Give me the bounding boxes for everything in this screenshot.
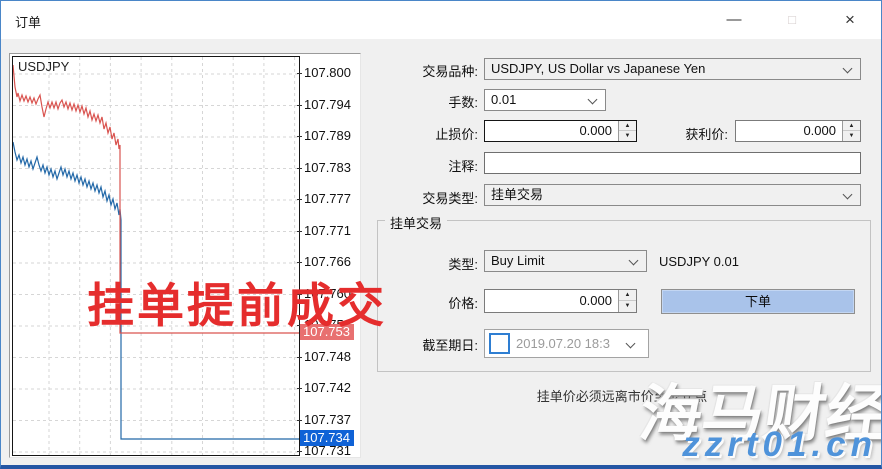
volume-select[interactable]: 0.01 <box>484 89 606 111</box>
take-profit-label: 获利价: <box>621 124 728 143</box>
chevron-down-icon <box>588 95 598 105</box>
chevron-down-icon <box>629 256 639 266</box>
chart-lines <box>13 57 299 455</box>
axis-price-label: 107.777 <box>304 191 356 207</box>
spin-down-icon[interactable]: ▼ <box>843 131 860 141</box>
trade-type-label: 交易类型: <box>371 188 478 207</box>
spin-up-icon[interactable]: ▲ <box>619 290 636 301</box>
volume-label: 手数: <box>371 92 478 111</box>
chevron-down-icon <box>843 64 853 74</box>
stop-loss-value: 0.000 <box>485 121 616 141</box>
chevron-down-icon <box>626 339 636 349</box>
chart-symbol-label: USDJPY <box>18 59 69 74</box>
stop-loss-label: 止损价: <box>371 124 478 143</box>
symbol-select-value: USDJPY, US Dollar vs Japanese Yen <box>491 61 705 76</box>
close-icon[interactable]: × <box>827 1 873 39</box>
current-price-badge: 107.753 <box>300 324 354 340</box>
price-input[interactable]: 0.000 ▲ ▼ <box>484 289 637 313</box>
minimize-icon[interactable]: — <box>711 1 757 39</box>
expiry-control[interactable]: 2019.07.20 18:3 <box>484 329 649 358</box>
title-bar: 订单 — □ × <box>1 1 881 39</box>
current-price-badge: 107.734 <box>300 430 354 446</box>
chart-plot-area: USDJPY <box>12 56 300 456</box>
axis-price-label: 107.794 <box>304 97 356 113</box>
expiry-date-value: 2019.07.20 18:3 <box>516 336 610 351</box>
order-type-select-value: Buy Limit <box>491 253 544 268</box>
price-stepper[interactable]: ▲ ▼ <box>618 290 636 312</box>
axis-price-label: 107.760 <box>304 286 356 302</box>
price-label: 价格: <box>371 293 478 312</box>
take-profit-input[interactable]: 0.000 ▲ ▼ <box>735 120 861 142</box>
trade-type-select-value: 挂单交易 <box>491 187 543 202</box>
axis-price-label: 107.737 <box>304 412 356 428</box>
pending-order-group-title: 挂单交易 <box>385 213 447 232</box>
price-value: 0.000 <box>485 290 616 312</box>
window-title: 订单 <box>15 12 41 31</box>
comment-input[interactable] <box>484 152 861 174</box>
axis-price-label: 107.783 <box>304 160 356 176</box>
symbol-label: 交易品种: <box>371 61 478 80</box>
axis-price-label: 107.742 <box>304 380 356 396</box>
site-watermark-url: zzrt01.cn <box>682 425 877 465</box>
spin-up-icon[interactable]: ▲ <box>843 121 860 131</box>
order-summary-text: USDJPY 0.01 <box>659 254 739 269</box>
expiry-label: 截至期日: <box>371 335 478 354</box>
axis-price-label: 107.789 <box>304 128 356 144</box>
comment-label: 注释: <box>371 156 478 175</box>
chevron-down-icon <box>843 190 853 200</box>
order-dialog: 订单 — □ × USDJPY 107.800 107.794 107.789 107… <box>0 0 882 469</box>
axis-price-label: 107.800 <box>304 65 356 81</box>
axis-price-label: 107.771 <box>304 223 356 239</box>
site-watermark-name: 海马财经 <box>635 363 882 453</box>
volume-select-value: 0.01 <box>491 92 516 107</box>
axis-price-label: 107.748 <box>304 349 356 365</box>
maximize-icon[interactable]: □ <box>769 1 815 39</box>
stop-loss-input[interactable]: 0.000 ▲ ▼ <box>484 120 637 142</box>
spin-down-icon[interactable]: ▼ <box>619 301 636 312</box>
pending-price-hint: 挂单价必须远离市价至少 0 点 <box>377 386 867 405</box>
take-profit-value: 0.000 <box>736 121 840 141</box>
trade-type-select[interactable]: 挂单交易 <box>484 184 861 206</box>
symbol-select[interactable]: USDJPY, US Dollar vs Japanese Yen <box>484 58 861 80</box>
expiry-checkbox[interactable] <box>489 333 510 354</box>
take-profit-stepper[interactable]: ▲ ▼ <box>842 121 860 141</box>
axis-price-label: 107.766 <box>304 254 356 270</box>
order-type-select[interactable]: Buy Limit <box>484 250 647 272</box>
place-order-button[interactable]: 下单 <box>661 289 855 314</box>
order-type-label: 类型: <box>371 254 478 273</box>
